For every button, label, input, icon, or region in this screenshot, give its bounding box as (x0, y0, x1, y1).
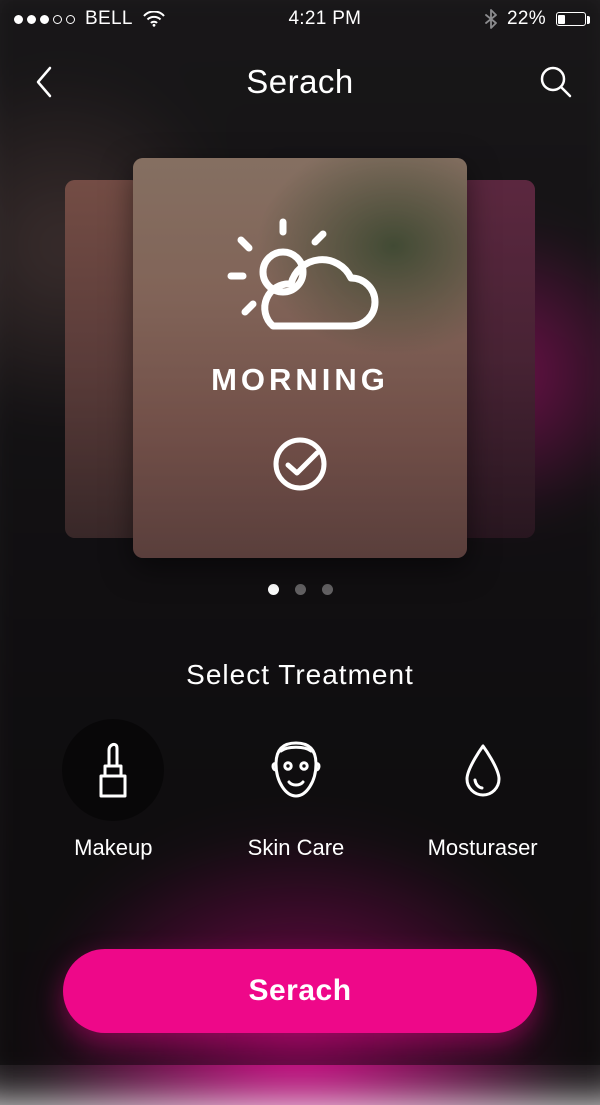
signal-strength-icon (14, 15, 75, 24)
carousel-pager (0, 584, 600, 595)
lipstick-icon (92, 740, 134, 800)
carrier-label: BELL (85, 8, 133, 30)
carousel-next-card[interactable] (459, 180, 535, 538)
treatment-list: Makeup Skin Care Mosturas (0, 719, 600, 861)
screen: BELL 4:21 PM 22% S (0, 0, 600, 1065)
search-cta-button[interactable]: Serach (63, 949, 537, 1033)
back-button[interactable] (22, 60, 66, 104)
carousel-active-card[interactable]: MORNING (133, 158, 467, 558)
carousel-card-label: MORNING (211, 362, 389, 398)
selected-check-icon (272, 436, 328, 492)
pager-dot[interactable] (322, 584, 333, 595)
chevron-left-icon (34, 65, 54, 99)
page-title: Serach (246, 63, 354, 101)
cta-label: Serach (248, 974, 351, 1008)
morning-icon (215, 218, 385, 348)
navigation-bar: Serach (0, 38, 600, 126)
carousel-prev-card[interactable] (65, 180, 141, 538)
section-title: Select Treatment (0, 659, 600, 691)
time-of-day-carousel[interactable]: MORNING (0, 158, 600, 558)
droplet-icon (462, 742, 504, 798)
treatment-label: Skin Care (248, 835, 345, 861)
battery-percent: 22% (507, 8, 546, 30)
search-button[interactable] (534, 60, 578, 104)
treatment-label: Mosturaser (428, 835, 538, 861)
wifi-icon (143, 11, 165, 27)
status-left: BELL (14, 8, 165, 30)
status-bar: BELL 4:21 PM 22% (0, 0, 600, 38)
clock: 4:21 PM (288, 8, 361, 30)
pager-dot[interactable] (268, 584, 279, 595)
face-mask-icon (269, 740, 323, 800)
treatment-makeup[interactable]: Makeup (62, 719, 164, 861)
treatment-skincare[interactable]: Skin Care (245, 719, 347, 861)
search-icon (539, 65, 573, 99)
pager-dot[interactable] (295, 584, 306, 595)
treatment-label: Makeup (74, 835, 152, 861)
bluetooth-icon (485, 9, 497, 29)
battery-icon (556, 12, 586, 26)
treatment-moisturiser[interactable]: Mosturaser (428, 719, 538, 861)
status-right: 22% (485, 8, 586, 30)
